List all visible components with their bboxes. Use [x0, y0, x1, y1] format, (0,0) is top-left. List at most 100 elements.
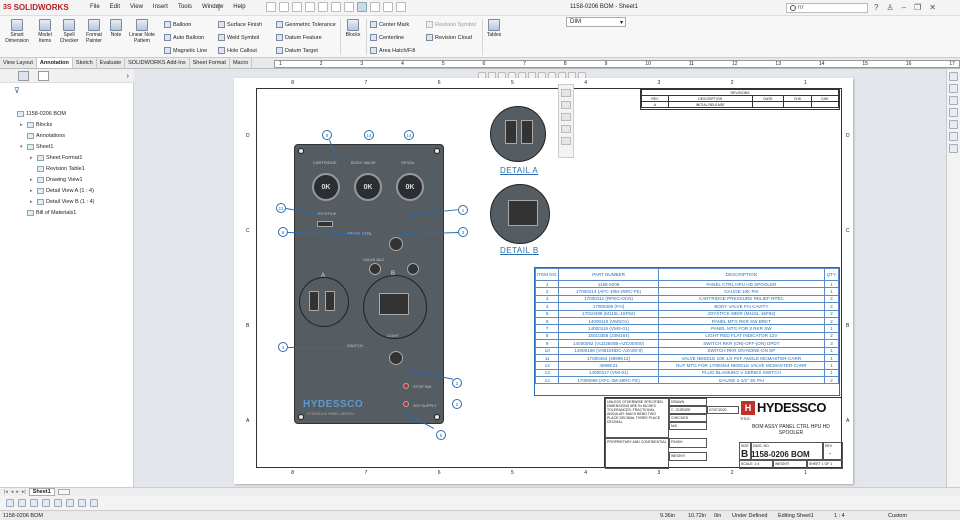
custom-properties-icon[interactable] — [949, 132, 958, 141]
status-scale[interactable]: 1 : 4 — [834, 513, 845, 519]
first-sheet-icon[interactable]: |◂ — [4, 489, 8, 495]
expander-icon[interactable]: ▸ — [30, 177, 35, 183]
bom-row[interactable]: 11 17000464 (4999K12) VALVE NEEDLE 10K 1/4… — [534, 353, 839, 363]
bom-row[interactable]: 6 14000118 (VMSO1) PANEL MTG RKR SW BRKT 2 — [534, 316, 839, 326]
bom-row[interactable]: 5 17010498 (M115L-15F62) JOYSTICK 8IDIR (M… — [534, 309, 839, 318]
new-icon[interactable] — [279, 2, 289, 12]
balloon[interactable]: 6 — [278, 227, 288, 237]
search-input[interactable]: rrr — [798, 5, 804, 11]
format-painter-button[interactable]: Format Painter — [82, 19, 106, 44]
expander-icon[interactable]: ▸ — [30, 188, 35, 194]
palette-icon[interactable] — [561, 125, 571, 133]
bom-row[interactable]: 8 15010356 (24M164) LIGHT RED FLAT INDICAT… — [534, 331, 839, 341]
undo-icon[interactable] — [331, 2, 341, 12]
tool-icon[interactable] — [66, 499, 74, 507]
datum-feature-button[interactable]: Datum Feature — [276, 34, 322, 41]
linear-note-pattern-button[interactable]: Linear Note Pattern — [126, 19, 158, 44]
bom-row[interactable]: 12 4999K21 NUT MTG FOR 17000464 NEEDLE VAL… — [534, 361, 839, 370]
bom-row[interactable]: 1 1158-0206 PANEL CTRL HPU HD SPOOLER 1 — [534, 279, 839, 289]
status-units[interactable]: Custom — [888, 513, 907, 519]
balloon[interactable]: 8 — [322, 130, 332, 140]
tool-icon[interactable] — [90, 499, 98, 507]
revision-symbol-button[interactable]: Revision Symbol — [426, 21, 476, 28]
title-block[interactable]: UNLESS OTHERWISE SPECIFIED: DIMENSIONS A… — [604, 397, 843, 469]
last-sheet-icon[interactable]: ▸| — [22, 489, 26, 495]
balloon[interactable]: 11 — [276, 203, 286, 213]
next-sheet-icon[interactable]: ▸ — [16, 489, 19, 495]
balloon[interactable]: 3 — [458, 227, 468, 237]
balloon-button[interactable]: Balloon — [164, 21, 191, 28]
auto-balloon-button[interactable]: Auto Balloon — [164, 34, 204, 41]
spell-checker-button[interactable]: Spell Checker — [58, 19, 80, 44]
center-mark-button[interactable]: Center Mark — [370, 21, 409, 28]
pin-icon[interactable]: ⚲ — [216, 3, 224, 12]
balloon[interactable]: 2 — [452, 378, 462, 388]
search-box[interactable]: rrr — [786, 3, 868, 13]
tab-annotation[interactable]: Annotation — [36, 58, 73, 68]
revision-cloud-button[interactable]: Revision Cloud — [426, 34, 472, 41]
file-explorer-icon[interactable] — [949, 96, 958, 105]
revision-table[interactable]: REVISIONS REV DESCRIPTION DATE CHK CHK A INIT… — [640, 88, 840, 110]
tree-node[interactable]: ▸ Detail View B (1 : 4) — [30, 199, 95, 205]
open-icon[interactable] — [292, 2, 302, 12]
magnetic-line-button[interactable]: Magnetic Line — [164, 47, 207, 54]
select-icon[interactable] — [357, 2, 367, 12]
menu-insert[interactable]: Insert — [153, 4, 168, 10]
save-icon[interactable] — [305, 2, 315, 12]
smart-dimension-button[interactable]: Smart Dimension — [4, 19, 30, 44]
bom-row[interactable]: 9 14000092 (VLD2500B-AZC00X00) SWITCH RKR … — [534, 339, 839, 348]
tool-icon[interactable] — [42, 499, 50, 507]
chevron-right-icon[interactable]: › — [126, 71, 129, 80]
tab-evaluate[interactable]: Evaluate — [97, 58, 126, 68]
home-icon[interactable] — [266, 2, 276, 12]
appearances-icon[interactable] — [949, 120, 958, 129]
close-icon[interactable]: ✕ — [929, 3, 936, 12]
view-palette-icon[interactable] — [949, 108, 958, 117]
bom-row[interactable]: 10 14000168 (VAB15NDC-AZA00-0) SWITCH RKR … — [534, 346, 839, 355]
surface-finish-button[interactable]: Surface Finish — [218, 21, 262, 28]
tables-button[interactable]: Tables — [484, 19, 504, 38]
balloon[interactable]: 4 — [278, 342, 288, 352]
bom-row[interactable]: 4 17000306 (FAI) BODY VALVE FAI CAVITY 2 — [534, 302, 839, 311]
menu-file[interactable]: File — [90, 4, 100, 10]
bom-row[interactable]: 3 17000311 (RPEC-OCN) CARTRIDGE PRESSURE R… — [534, 294, 839, 304]
tab-macro[interactable]: Macro — [230, 58, 253, 68]
tool-icon[interactable] — [78, 499, 86, 507]
expander-icon[interactable]: ▸ — [20, 122, 25, 128]
expander-icon[interactable]: ▾ — [20, 144, 25, 150]
geometric-tolerance-button[interactable]: Geometric Tolerance — [276, 21, 336, 28]
balloon[interactable]: 1 — [458, 205, 468, 215]
drawing-view-panel[interactable]: CARTRIDGE BODY VALVE SPOOL 0K 0K 0K JOYS… — [294, 144, 444, 424]
tool-icon[interactable] — [30, 499, 38, 507]
model-items-button[interactable]: Model Items — [34, 19, 56, 44]
file-properties-icon[interactable] — [383, 2, 393, 12]
minimize-icon[interactable]: – — [902, 3, 906, 12]
help-icon[interactable]: ? — [874, 3, 878, 12]
user-icon[interactable]: ♙ — [886, 3, 893, 12]
tab-solidworks-addins[interactable]: SOLIDWORKS Add-Ins — [125, 58, 190, 68]
restore-icon[interactable]: ❐ — [914, 3, 921, 12]
palette-icon[interactable] — [561, 89, 571, 97]
area-hatch-button[interactable]: Area Hatch/Fill — [370, 47, 415, 54]
tree-node[interactable]: ▸ Drawing View1 — [30, 177, 83, 183]
menu-view[interactable]: View — [130, 4, 143, 10]
bom-row[interactable]: 14 17000069 (AFC-3M-25RC-FE) GAUGE 2-1/2" … — [534, 376, 839, 385]
detail-view-a[interactable] — [490, 106, 546, 162]
centerline-button[interactable]: Centerline — [370, 34, 404, 41]
tool-icon[interactable] — [6, 499, 14, 507]
palette-icon[interactable] — [561, 101, 571, 109]
filter-icon[interactable]: ⊽ — [14, 86, 20, 95]
property-manager-tab-icon[interactable] — [38, 71, 49, 81]
forum-icon[interactable] — [949, 144, 958, 153]
prev-sheet-icon[interactable]: ◂ — [11, 489, 14, 495]
print-icon[interactable] — [318, 2, 328, 12]
dimension-style-select[interactable]: DIM ▾ — [566, 17, 626, 27]
menu-help[interactable]: Help — [233, 4, 245, 10]
tab-sheet-format[interactable]: Sheet Format — [190, 58, 230, 68]
tool-icon[interactable] — [18, 499, 26, 507]
tool-icon[interactable] — [54, 499, 62, 507]
bom-row[interactable]: 13 14000117 (VMI-01) PLUG BLANKING V SERIE… — [534, 368, 839, 378]
weld-symbol-button[interactable]: Weld Symbol — [218, 34, 259, 41]
rebuild-icon[interactable] — [370, 2, 380, 12]
expander-icon[interactable]: ▸ — [30, 155, 35, 161]
